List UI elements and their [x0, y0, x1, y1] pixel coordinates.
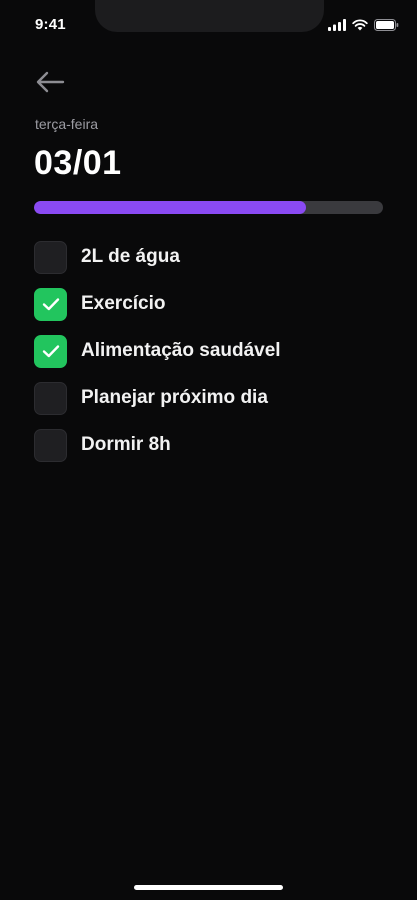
task-item[interactable]: Dormir 8h	[34, 428, 281, 462]
task-label: Dormir 8h	[81, 434, 171, 455]
task-item[interactable]: Planejar próximo dia	[34, 381, 281, 415]
task-item[interactable]: 2L de água	[34, 240, 281, 274]
progress-bar	[34, 201, 383, 214]
task-label: Planejar próximo dia	[81, 387, 268, 408]
back-button[interactable]	[34, 66, 68, 98]
checkbox-checked[interactable]	[34, 334, 67, 368]
task-label: 2L de água	[81, 246, 180, 267]
status-icons	[328, 19, 399, 31]
task-list: 2L de água Exercício Alimentação saudável P…	[34, 240, 281, 475]
checkmark-icon	[42, 298, 59, 311]
status-bar: 9:41	[0, 0, 417, 50]
signal-icon	[328, 19, 346, 31]
checkbox-checked[interactable]	[34, 287, 67, 321]
checkbox-unchecked[interactable]	[34, 428, 67, 462]
device-notch	[95, 0, 324, 32]
task-item[interactable]: Exercício	[34, 287, 281, 321]
checkbox-unchecked[interactable]	[34, 381, 67, 415]
checkmark-icon	[42, 345, 59, 358]
home-indicator	[134, 885, 283, 890]
weekday-label: terça-feira	[35, 116, 99, 132]
progress-bar-fill	[34, 201, 307, 214]
page-title: 03/01	[34, 144, 122, 182]
battery-icon	[374, 19, 399, 31]
status-time: 9:41	[35, 16, 66, 33]
task-label: Alimentação saudável	[81, 340, 281, 361]
arrow-left-icon	[36, 71, 65, 93]
wifi-icon	[352, 19, 368, 31]
task-label: Exercício	[81, 293, 166, 314]
checkbox-unchecked[interactable]	[34, 240, 67, 274]
task-item[interactable]: Alimentação saudável	[34, 334, 281, 368]
